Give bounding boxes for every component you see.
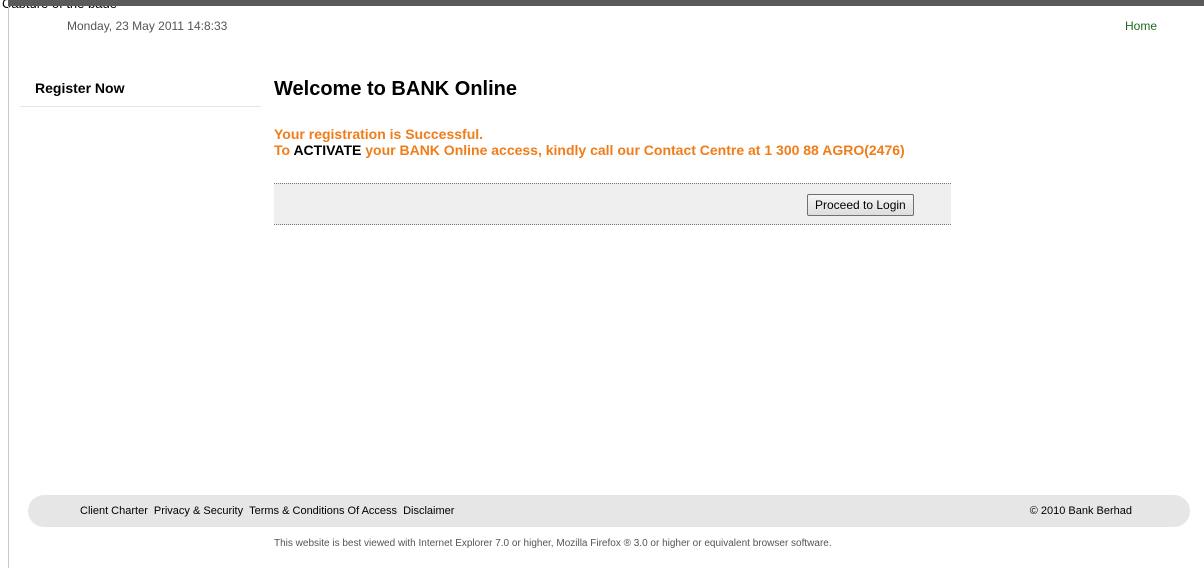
activate-prefix: To (274, 142, 294, 158)
sidebar: Register Now (20, 78, 261, 107)
footer-link-client-charter[interactable]: Client Charter (80, 505, 148, 517)
footer-link-disclaimer[interactable]: Disclaimer (403, 505, 454, 517)
sidebar-title-register-now[interactable]: Register Now (35, 80, 124, 96)
current-date: Monday, 23 May 2011 14:8:33 (67, 19, 228, 33)
left-border (8, 6, 9, 568)
footer-bar: Client Charter Privacy & Security Terms & … (28, 495, 1190, 527)
footer-link-terms-conditions[interactable]: Terms & Conditions Of Access (249, 505, 397, 517)
home-link[interactable]: Home (1125, 19, 1157, 33)
footer-links: Client Charter Privacy & Security Terms & … (80, 505, 460, 517)
browser-compatibility-note: This website is best viewed with Interne… (274, 538, 832, 549)
activate-message: To ACTIVATE your BANK Online access, kin… (274, 142, 905, 158)
registration-message: Your registration is Successful. To ACTI… (274, 126, 905, 158)
footer-link-privacy-security[interactable]: Privacy & Security (154, 505, 243, 517)
success-message: Your registration is Successful. (274, 126, 484, 142)
activate-word: ACTIVATE (293, 142, 362, 158)
action-bar: Proceed to Login (274, 183, 951, 225)
proceed-to-login-button[interactable]: Proceed to Login (807, 194, 914, 216)
activate-suffix: your BANK Online access, kindly call our… (361, 142, 905, 158)
top-bar (8, 0, 1204, 6)
page-title: Welcome to BANK Online (274, 78, 517, 100)
copyright: © 2010 Bank Berhad (1029, 505, 1132, 517)
